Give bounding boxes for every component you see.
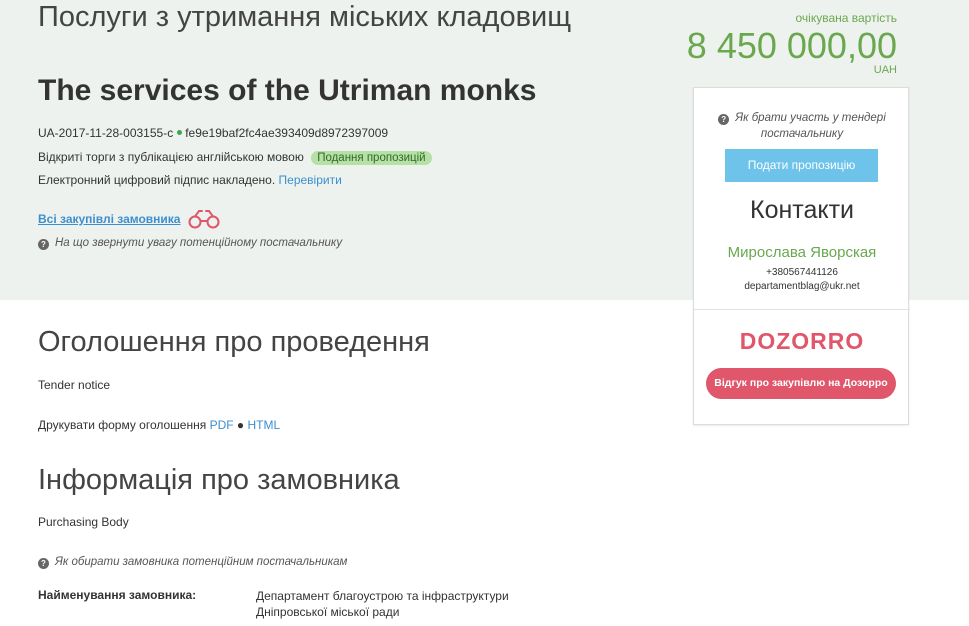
dozorro-review-button[interactable]: Відгук про закупівлю на Дозорро — [706, 368, 896, 399]
buyer-choice-hint[interactable]: ? Як обирати замовника потенційним постач… — [38, 556, 347, 569]
sidebar-panel: ? Як брати участь у тендері постачальнику… — [693, 87, 910, 425]
contact-email: departamentblag@ukr.net — [744, 281, 860, 292]
status-badge: Подання пропозицій — [311, 151, 432, 165]
supplier-attention-hint-text: На що звернути увагу потенційному постач… — [55, 237, 343, 249]
notice-section-subtitle: Tender notice — [38, 378, 111, 392]
contact-name: Мирослава Яворская — [727, 244, 877, 261]
tender-title-ua: Послуги з утримання міських кладовищ — [38, 1, 572, 33]
expected-value-currency: UAH — [873, 64, 897, 76]
participation-hint[interactable]: ? Як брати участь у тендері постачальнику — [704, 110, 900, 142]
supplier-attention-hint[interactable]: ? На що звернути увагу потенційному поста… — [38, 237, 342, 250]
buyer-section-title: Інформація про замовника — [38, 464, 400, 496]
separator-dot-icon — [177, 130, 183, 136]
question-icon: ? — [38, 239, 49, 250]
tender-id: UA-2017-11-28-003155-c — [38, 126, 174, 140]
print-pdf-link[interactable]: PDF — [210, 418, 234, 432]
notice-section-title: Оголошення про проведення — [38, 326, 430, 358]
binoculars-icon[interactable] — [187, 209, 221, 229]
expected-value-label: очікувана вартість — [795, 11, 898, 25]
dozorro-logo: DOZORRO — [739, 328, 865, 354]
question-icon: ? — [718, 114, 730, 125]
buyer-section-subtitle: Purchasing Body — [38, 515, 129, 529]
verify-signature-link[interactable]: Перевірити — [279, 173, 342, 187]
tender-hash: fe9e19baf2fc4ae393409d8972397009 — [185, 126, 389, 140]
signature-text: Електронний цифровий підпис накладено. — [38, 173, 276, 187]
expected-value-amount: 8 450 000,00 — [686, 25, 897, 66]
contacts-title: Контакти — [750, 196, 854, 224]
submit-proposal-button[interactable]: Подати пропозицію — [725, 149, 878, 182]
buyer-name-value: Департамент благоустрою та інфраструктур… — [256, 589, 509, 619]
print-notice-row: Друкувати форму оголошення PDF ● HTML — [38, 418, 280, 432]
sidebar-divider — [694, 309, 910, 310]
tender-title-en: The services of the Utriman monks — [38, 74, 537, 107]
print-html-link[interactable]: HTML — [248, 418, 281, 432]
participation-hint-text: Як брати участь у тендері постачальнику — [735, 112, 886, 140]
all-buyer-purchases-link[interactable]: Всі закупівлі замовника — [38, 212, 180, 226]
buyer-choice-hint-text: Як обирати замовника потенційним постача… — [55, 556, 348, 568]
question-icon: ? — [38, 558, 49, 569]
tender-id-row: UA-2017-11-28-003155-c fe9e19baf2fc4ae393… — [38, 126, 388, 140]
bullet-separator: ● — [236, 418, 245, 432]
contact-phone: +380567441126 — [766, 267, 838, 278]
signature-row: Електронний цифровий підпис накладено. П… — [38, 173, 342, 187]
procedure-type: Відкриті торги з публікацією англійською… — [38, 150, 304, 164]
buyer-name-label: Найменування замовника: — [38, 588, 197, 602]
procedure-row: Відкриті торги з публікацією англійською… — [38, 150, 432, 165]
print-notice-label: Друкувати форму оголошення — [38, 418, 207, 432]
